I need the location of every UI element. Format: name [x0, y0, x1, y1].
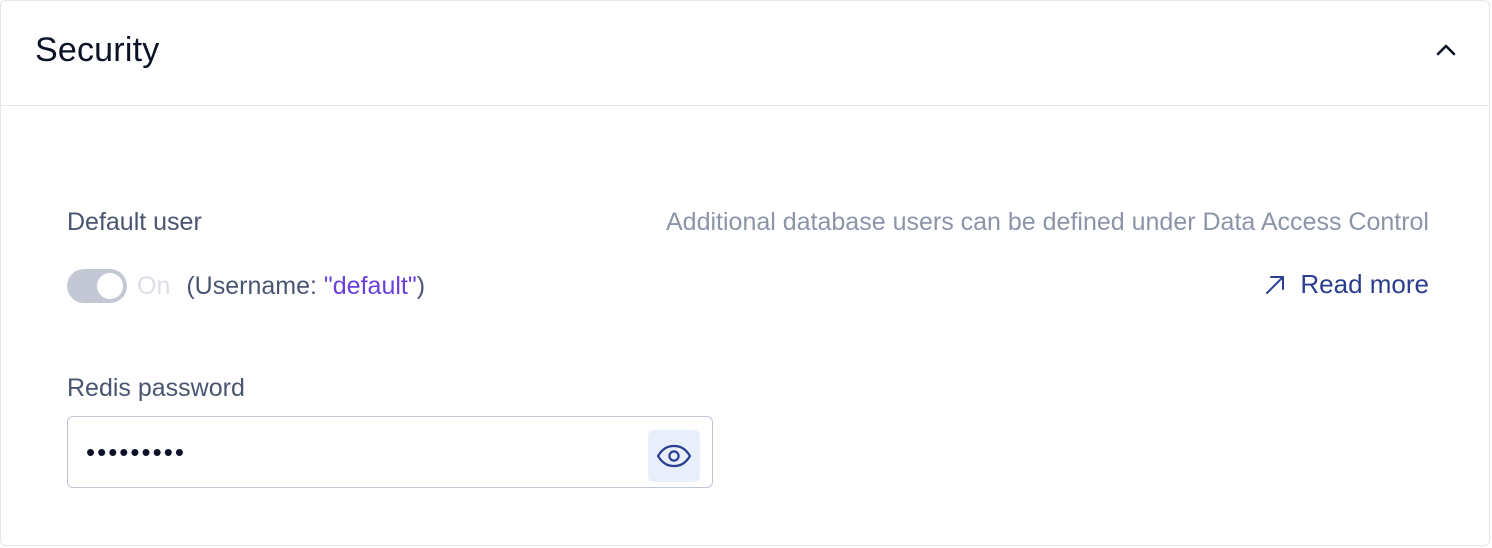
- default-user-label: Default user: [67, 208, 202, 236]
- collapse-button[interactable]: [1433, 37, 1459, 63]
- redis-password-input[interactable]: [86, 431, 626, 473]
- section-header[interactable]: Security: [1, 1, 1489, 106]
- toggle-state-label: On: [137, 271, 171, 300]
- default-user-toggle[interactable]: [67, 269, 127, 303]
- read-more-link[interactable]: Read more: [1262, 269, 1429, 300]
- external-link-arrow-icon: [1262, 272, 1288, 298]
- default-user-hint: Additional database users can be defined…: [666, 208, 1429, 236]
- chevron-up-icon: [1436, 44, 1456, 56]
- username-suffix: ): [416, 271, 426, 300]
- redis-password-label: Redis password: [67, 374, 245, 402]
- security-panel: Security Default user Additional databas…: [0, 0, 1490, 546]
- section-title: Security: [35, 31, 160, 69]
- read-more-label: Read more: [1300, 269, 1429, 299]
- default-user-toggle-row: On (Username: "default"): [67, 268, 425, 304]
- redis-password-field: [67, 416, 713, 488]
- eye-icon: [656, 444, 692, 468]
- username-value: "default": [323, 271, 417, 300]
- username-text: (Username: "default"): [186, 272, 425, 301]
- toggle-password-visibility-button[interactable]: [648, 430, 700, 482]
- toggle-knob: [97, 273, 123, 299]
- username-prefix: (Username:: [186, 271, 324, 300]
